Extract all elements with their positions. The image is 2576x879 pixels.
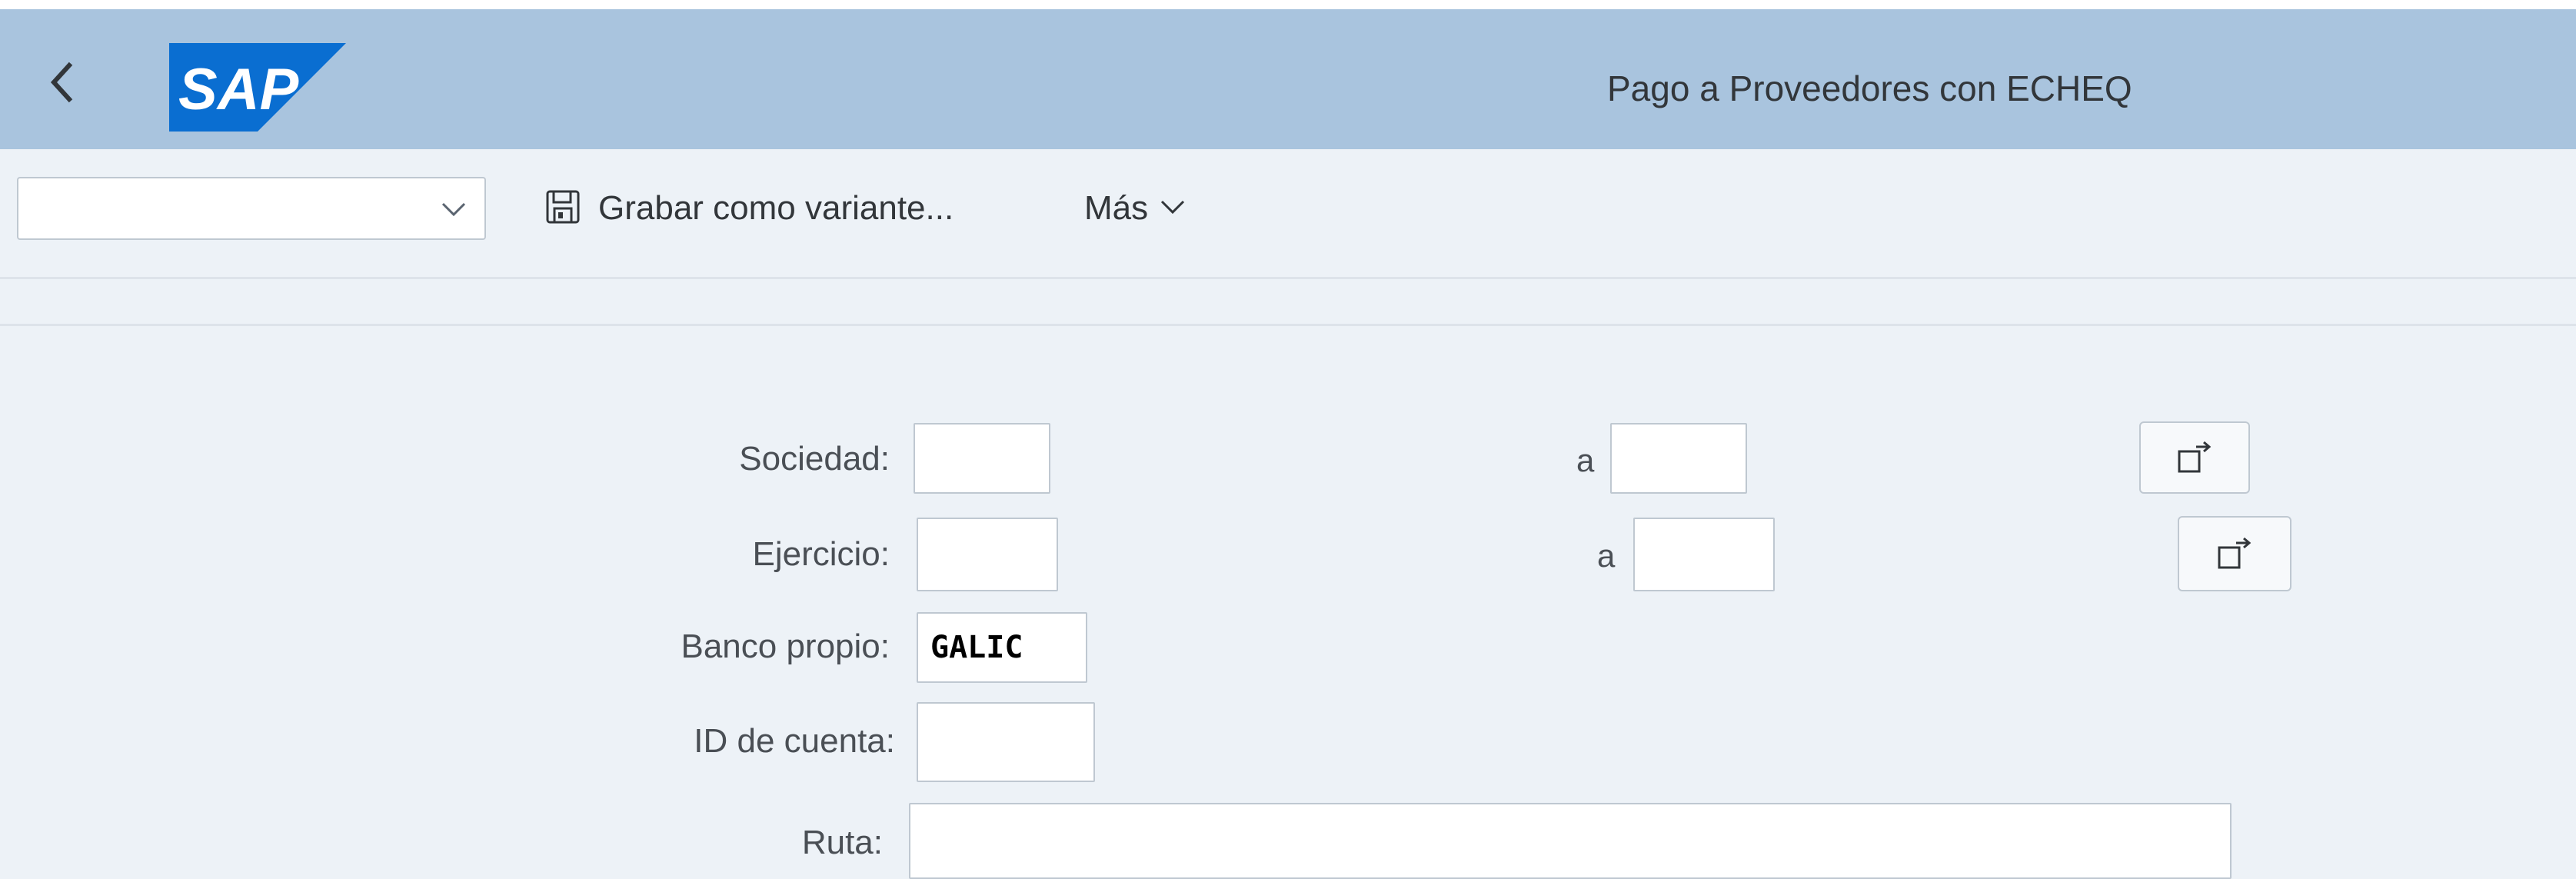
sociedad-to-label: a <box>1576 442 1595 478</box>
chevron-down-icon <box>438 194 469 228</box>
sociedad-to-input[interactable] <box>1610 423 1747 494</box>
banco-propio-input[interactable]: GALIC <box>917 612 1087 683</box>
top-strip <box>0 0 2576 9</box>
banco-propio-label: Banco propio: <box>681 628 890 665</box>
sociedad-multiple-selection-button[interactable] <box>2139 421 2250 494</box>
sociedad-label: Sociedad: <box>739 440 890 478</box>
save-as-variant-button[interactable]: Grabar como variante... <box>544 181 954 235</box>
floppy-disk-icon <box>544 188 581 229</box>
variant-toolbar: Grabar como variante... Más <box>0 149 2576 280</box>
id-cuenta-input[interactable] <box>917 702 1095 782</box>
ruta-label: Ruta: <box>801 824 883 861</box>
ejercicio-to-input[interactable] <box>1633 518 1775 591</box>
more-label: Más <box>1084 189 1149 227</box>
chevron-down-icon <box>1148 191 1188 226</box>
ejercicio-multiple-selection-button[interactable] <box>2178 516 2291 591</box>
save-as-variant-label: Grabar como variante... <box>598 189 954 227</box>
ejercicio-from-input[interactable] <box>917 518 1058 591</box>
toolbar-divider <box>0 277 2576 279</box>
back-button[interactable] <box>34 52 95 113</box>
ruta-input[interactable] <box>909 803 2232 879</box>
app-title: Pago a Proveedores con ECHEQ <box>1607 68 2132 108</box>
header-divider <box>0 324 2576 326</box>
multiple-selection-icon <box>2215 532 2255 576</box>
id-cuenta-label: ID de cuenta: <box>694 722 895 760</box>
multiple-selection-icon <box>2175 436 2215 480</box>
sap-logo-text: SAP <box>178 57 299 122</box>
sociedad-from-input[interactable] <box>914 423 1050 494</box>
ejercicio-label: Ejercicio: <box>752 535 890 573</box>
ejercicio-to-label: a <box>1597 538 1616 574</box>
variant-select[interactable] <box>17 177 486 240</box>
shell-bar: SAP Pago a Proveedores con ECHEQ <box>0 9 2576 149</box>
sap-logo: SAP <box>169 43 346 132</box>
more-button[interactable]: Más <box>1084 181 1188 235</box>
chevron-left-icon <box>34 52 95 113</box>
